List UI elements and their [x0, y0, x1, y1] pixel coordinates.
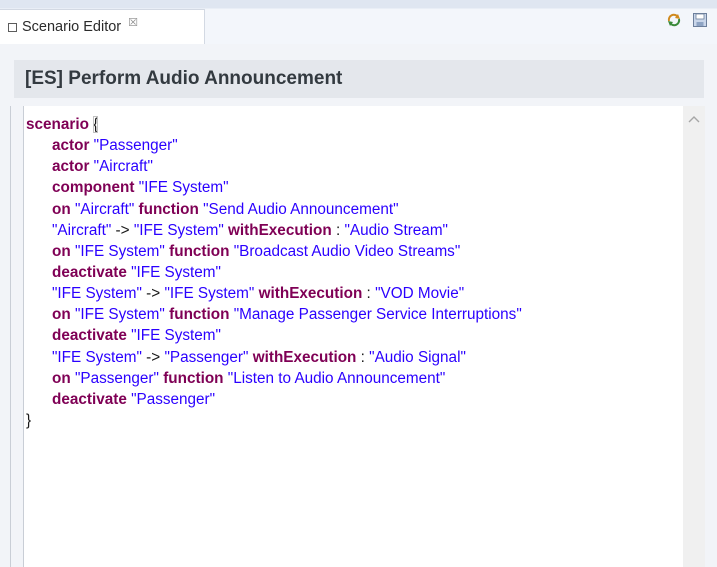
- code-string: "Passenger": [93, 137, 178, 155]
- code-keyword: component: [52, 179, 135, 197]
- code-keyword: actor: [52, 137, 90, 155]
- code-keyword: on: [52, 200, 71, 218]
- code-keyword: scenario: [26, 116, 89, 133]
- code-string: "Aircraft": [74, 200, 135, 218]
- code-line[interactable]: "IFE System" -> "IFE System" withExecuti…: [26, 283, 522, 304]
- code-string: "IFE System": [74, 242, 165, 260]
- code-keyword: function: [169, 242, 230, 260]
- code-token: :: [356, 348, 370, 366]
- code-keyword: on: [52, 306, 71, 324]
- code-string: "IFE System": [74, 306, 165, 324]
- code-string: "Audio Signal": [369, 348, 466, 366]
- code-line[interactable]: scenario {: [26, 114, 522, 135]
- code-token: :: [331, 221, 345, 239]
- code-string: "IFE System": [133, 221, 224, 239]
- editor-tab-bar: Scenario Editor ☒: [0, 0, 717, 44]
- code-line[interactable]: "Aircraft" -> "IFE System" withExecution…: [26, 220, 522, 241]
- code-keyword: withExecution: [258, 285, 363, 303]
- code-keyword: function: [163, 369, 224, 387]
- code-string: "Manage Passenger Service Interruptions": [233, 306, 522, 324]
- code-line[interactable]: "IFE System" -> "Passenger" withExecutio…: [26, 347, 522, 368]
- gutter-divider: [10, 106, 11, 567]
- code-keyword: on: [52, 242, 71, 260]
- code-string: "IFE System": [131, 327, 221, 345]
- code-string: "VOD Movie": [375, 285, 465, 303]
- code-line[interactable]: deactivate "Passenger": [26, 389, 522, 410]
- code-string: "Broadcast Audio Video Streams": [233, 242, 461, 260]
- code-line[interactable]: deactivate "IFE System": [26, 325, 522, 346]
- code-string: "IFE System": [164, 285, 255, 303]
- scenario-title: [ES] Perform Audio Announcement: [25, 68, 343, 89]
- code-line[interactable]: }: [26, 410, 522, 431]
- code-keyword: actor: [52, 158, 90, 176]
- code-keyword: deactivate: [52, 263, 127, 281]
- scroll-up-arrow-icon[interactable]: [688, 114, 700, 124]
- code-token: {: [93, 116, 99, 133]
- code-string: "IFE System": [52, 348, 142, 366]
- code-token: ->: [111, 221, 134, 239]
- close-icon[interactable]: ☒: [128, 17, 138, 29]
- code-string: "Audio Stream": [344, 221, 448, 239]
- code-token: }: [26, 411, 32, 429]
- code-line[interactable]: actor "Aircraft": [26, 156, 522, 177]
- scenario-title-bar: [ES] Perform Audio Announcement: [14, 60, 704, 98]
- code-line[interactable]: on "Passenger" function "Listen to Audio…: [26, 368, 522, 389]
- tab-scenario-editor[interactable]: Scenario Editor ☒: [0, 9, 205, 44]
- code-keyword: withExecution: [228, 221, 332, 239]
- code-token: ->: [141, 285, 165, 303]
- code-string: "Passenger": [164, 348, 249, 366]
- code-string: "Send Audio Announcement": [203, 200, 399, 218]
- code-string: "Aircraft": [52, 221, 112, 239]
- code-line[interactable]: on "IFE System" function "Manage Passeng…: [26, 304, 522, 325]
- code-string: "Passenger": [74, 369, 159, 387]
- code-token: :: [362, 285, 376, 303]
- code-editor[interactable]: scenario {actor "Passenger" actor "Aircra…: [23, 106, 705, 567]
- code-keyword: function: [138, 200, 199, 218]
- code-keyword: withExecution: [252, 348, 357, 366]
- save-icon[interactable]: [692, 12, 708, 33]
- code-line[interactable]: component "IFE System": [26, 177, 522, 198]
- code-text[interactable]: scenario {actor "Passenger" actor "Aircra…: [26, 114, 522, 431]
- code-keyword: function: [169, 306, 230, 324]
- code-token: ->: [141, 348, 165, 366]
- code-line[interactable]: deactivate "IFE System": [26, 262, 522, 283]
- code-string: "IFE System": [52, 285, 142, 303]
- code-string: "IFE System": [138, 179, 229, 197]
- code-string: "IFE System": [131, 263, 221, 281]
- refresh-icon[interactable]: [666, 12, 682, 33]
- code-keyword: deactivate: [52, 327, 127, 345]
- code-string: "Listen to Audio Announcement": [227, 369, 446, 387]
- code-keyword: on: [52, 369, 71, 387]
- code-string: "Passenger": [131, 390, 216, 408]
- editor-file-icon: [8, 22, 17, 32]
- code-keyword: deactivate: [52, 390, 127, 408]
- code-line[interactable]: actor "Passenger": [26, 135, 522, 156]
- tab-label: Scenario Editor: [22, 19, 122, 35]
- vertical-scrollbar[interactable]: [683, 106, 705, 567]
- code-line[interactable]: on "IFE System" function "Broadcast Audi…: [26, 241, 522, 262]
- code-line[interactable]: on "Aircraft" function "Send Audio Annou…: [26, 199, 522, 220]
- code-string: "Aircraft": [93, 158, 153, 176]
